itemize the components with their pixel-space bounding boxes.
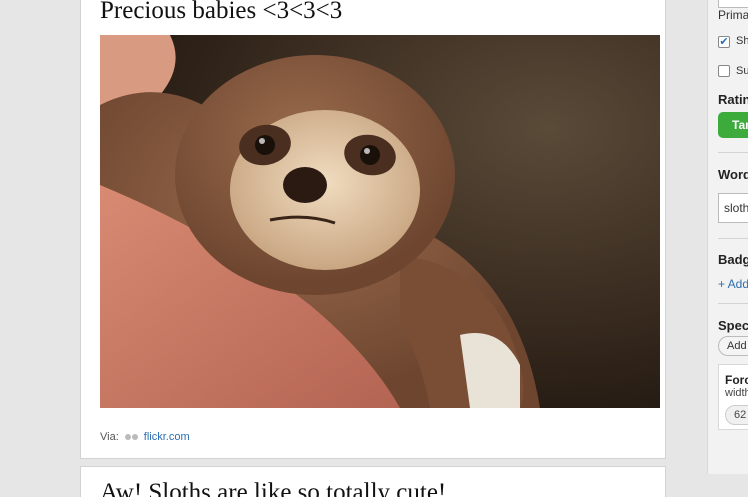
card-subtitle: width xyxy=(725,387,748,399)
card-value-input[interactable]: 62 xyxy=(725,405,748,425)
special-heading: Spec xyxy=(718,318,748,333)
checkbox-checked[interactable]: ✔ xyxy=(718,36,730,48)
divider xyxy=(718,303,748,304)
words-heading: Word xyxy=(718,167,748,182)
top-input[interactable] xyxy=(718,0,748,8)
edit-sidebar: Prima ✔ Sh Su Ratin Tar Word sloth Badg … xyxy=(707,0,748,474)
divider xyxy=(718,152,748,153)
via-line: Via: flickr.com xyxy=(100,431,190,443)
card-title: Forc xyxy=(725,373,748,387)
special-card: Forc width 62 xyxy=(718,364,748,430)
badges-heading: Badg xyxy=(718,252,748,267)
via-source-link[interactable]: flickr.com xyxy=(144,431,190,443)
via-label: Via: xyxy=(100,431,119,443)
rating-heading: Ratin xyxy=(718,92,748,107)
flickr-icon xyxy=(124,434,138,440)
checkbox-label: Sh xyxy=(736,35,748,47)
words-input[interactable]: sloth xyxy=(718,193,748,223)
post-card: Precious babies <3<3<3 Via: flickr.com xyxy=(80,0,666,459)
rating-button[interactable]: Tar xyxy=(718,112,748,138)
add-special-button[interactable]: Add xyxy=(718,336,748,356)
sloth-image xyxy=(100,35,660,408)
divider xyxy=(718,238,748,239)
post-title: Precious babies <3<3<3 xyxy=(100,0,343,24)
primary-label: Prima xyxy=(718,8,748,22)
post-card: Aw! Sloths are like so totally cute! xyxy=(80,466,666,497)
sloth-photo[interactable] xyxy=(100,35,660,408)
checkbox-label: Su xyxy=(736,65,748,77)
checkbox-unchecked[interactable] xyxy=(718,65,730,77)
add-badge-link[interactable]: + Add xyxy=(718,277,748,291)
post-title: Aw! Sloths are like so totally cute! xyxy=(100,479,447,497)
